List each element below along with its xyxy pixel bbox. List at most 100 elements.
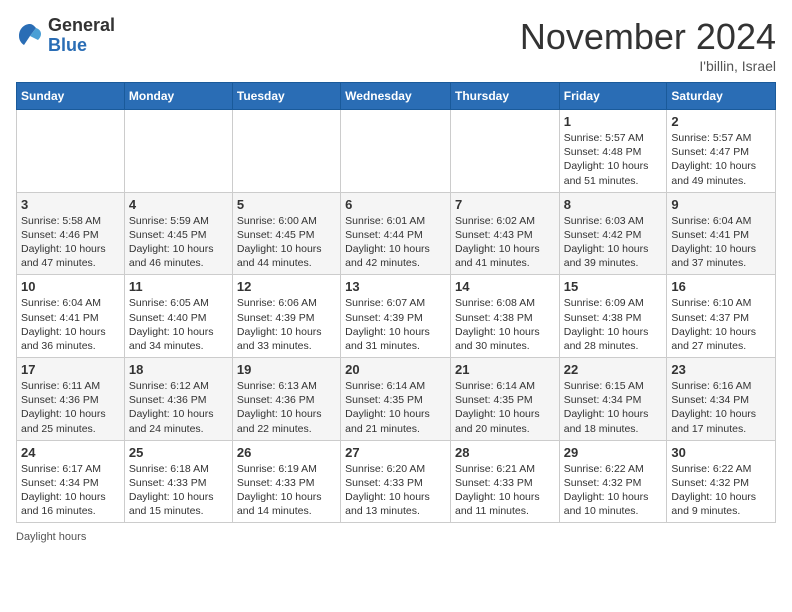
day-info: Sunrise: 6:16 AM Sunset: 4:34 PM Dayligh… (671, 379, 771, 436)
calendar-cell: 19 Sunrise: 6:13 AM Sunset: 4:36 PM Dayli… (232, 358, 340, 441)
title-section: November 2024 I'billin, Israel (520, 16, 776, 74)
day-info: Sunrise: 6:05 AM Sunset: 4:40 PM Dayligh… (129, 296, 228, 353)
calendar-header-saturday: Saturday (667, 83, 776, 110)
day-number: 10 (21, 279, 120, 294)
day-number: 3 (21, 197, 120, 212)
day-number: 17 (21, 362, 120, 377)
day-number: 21 (455, 362, 555, 377)
day-number: 27 (345, 445, 446, 460)
calendar-week-2: 3 Sunrise: 5:58 AM Sunset: 4:46 PM Daylig… (17, 192, 776, 275)
day-info: Sunrise: 6:06 AM Sunset: 4:39 PM Dayligh… (237, 296, 336, 353)
day-info: Sunrise: 6:00 AM Sunset: 4:45 PM Dayligh… (237, 214, 336, 271)
day-number: 1 (564, 114, 663, 129)
calendar-cell: 2 Sunrise: 5:57 AM Sunset: 4:47 PM Daylig… (667, 110, 776, 193)
day-info: Sunrise: 6:04 AM Sunset: 4:41 PM Dayligh… (671, 214, 771, 271)
day-number: 16 (671, 279, 771, 294)
day-number: 5 (237, 197, 336, 212)
calendar-cell: 18 Sunrise: 6:12 AM Sunset: 4:36 PM Dayli… (124, 358, 232, 441)
day-number: 18 (129, 362, 228, 377)
day-info: Sunrise: 6:18 AM Sunset: 4:33 PM Dayligh… (129, 462, 228, 519)
day-number: 29 (564, 445, 663, 460)
day-info: Sunrise: 6:21 AM Sunset: 4:33 PM Dayligh… (455, 462, 555, 519)
day-info: Sunrise: 6:15 AM Sunset: 4:34 PM Dayligh… (564, 379, 663, 436)
calendar-header-tuesday: Tuesday (232, 83, 340, 110)
day-info: Sunrise: 5:57 AM Sunset: 4:47 PM Dayligh… (671, 131, 771, 188)
day-number: 23 (671, 362, 771, 377)
calendar-cell: 1Sunrise: 5:57 AM Sunset: 4:48 PM Daylig… (559, 110, 667, 193)
day-number: 7 (455, 197, 555, 212)
calendar-cell: 12 Sunrise: 6:06 AM Sunset: 4:39 PM Dayli… (232, 275, 340, 358)
calendar-cell (232, 110, 340, 193)
calendar-cell: 15Sunrise: 6:09 AM Sunset: 4:38 PM Dayli… (559, 275, 667, 358)
day-number: 15 (564, 279, 663, 294)
day-number: 30 (671, 445, 771, 460)
calendar-week-3: 10Sunrise: 6:04 AM Sunset: 4:41 PM Dayli… (17, 275, 776, 358)
day-info: Sunrise: 6:02 AM Sunset: 4:43 PM Dayligh… (455, 214, 555, 271)
logo-icon (16, 22, 44, 50)
calendar: SundayMondayTuesdayWednesdayThursdayFrid… (16, 82, 776, 523)
day-number: 6 (345, 197, 446, 212)
calendar-cell: 20 Sunrise: 6:14 AM Sunset: 4:35 PM Dayli… (341, 358, 451, 441)
calendar-cell: 29 Sunrise: 6:22 AM Sunset: 4:32 PM Dayli… (559, 440, 667, 523)
calendar-header-row: SundayMondayTuesdayWednesdayThursdayFrid… (17, 83, 776, 110)
calendar-cell (341, 110, 451, 193)
day-info: Sunrise: 6:22 AM Sunset: 4:32 PM Dayligh… (671, 462, 771, 519)
calendar-cell: 25 Sunrise: 6:18 AM Sunset: 4:33 PM Dayli… (124, 440, 232, 523)
logo-general: General (48, 16, 115, 36)
footer-text: Daylight hours (16, 531, 86, 543)
day-number: 14 (455, 279, 555, 294)
calendar-cell: 5 Sunrise: 6:00 AM Sunset: 4:45 PM Daylig… (232, 192, 340, 275)
day-info: Sunrise: 6:22 AM Sunset: 4:32 PM Dayligh… (564, 462, 663, 519)
day-info: Sunrise: 5:59 AM Sunset: 4:45 PM Dayligh… (129, 214, 228, 271)
day-info: Sunrise: 6:11 AM Sunset: 4:36 PM Dayligh… (21, 379, 120, 436)
calendar-cell: 6Sunrise: 6:01 AM Sunset: 4:44 PM Daylig… (341, 192, 451, 275)
calendar-cell: 22 Sunrise: 6:15 AM Sunset: 4:34 PM Dayli… (559, 358, 667, 441)
day-number: 8 (564, 197, 663, 212)
day-number: 26 (237, 445, 336, 460)
day-number: 19 (237, 362, 336, 377)
calendar-cell (450, 110, 559, 193)
logo: General Blue (16, 16, 115, 56)
calendar-cell: 3 Sunrise: 5:58 AM Sunset: 4:46 PM Daylig… (17, 192, 125, 275)
day-info: Sunrise: 6:17 AM Sunset: 4:34 PM Dayligh… (21, 462, 120, 519)
calendar-cell: 23 Sunrise: 6:16 AM Sunset: 4:34 PM Dayli… (667, 358, 776, 441)
day-info: Sunrise: 6:19 AM Sunset: 4:33 PM Dayligh… (237, 462, 336, 519)
calendar-cell (17, 110, 125, 193)
day-number: 2 (671, 114, 771, 129)
day-number: 13 (345, 279, 446, 294)
logo-blue: Blue (48, 36, 115, 56)
location: I'billin, Israel (520, 58, 776, 74)
day-info: Sunrise: 6:13 AM Sunset: 4:36 PM Dayligh… (237, 379, 336, 436)
day-number: 20 (345, 362, 446, 377)
calendar-cell: 26 Sunrise: 6:19 AM Sunset: 4:33 PM Dayli… (232, 440, 340, 523)
calendar-header-thursday: Thursday (450, 83, 559, 110)
calendar-cell: 9Sunrise: 6:04 AM Sunset: 4:41 PM Daylig… (667, 192, 776, 275)
calendar-header-friday: Friday (559, 83, 667, 110)
calendar-cell: 24Sunrise: 6:17 AM Sunset: 4:34 PM Dayli… (17, 440, 125, 523)
calendar-header-wednesday: Wednesday (341, 83, 451, 110)
calendar-cell: 14 Sunrise: 6:08 AM Sunset: 4:38 PM Dayli… (450, 275, 559, 358)
calendar-week-5: 24Sunrise: 6:17 AM Sunset: 4:34 PM Dayli… (17, 440, 776, 523)
footer: Daylight hours (16, 531, 776, 543)
day-number: 12 (237, 279, 336, 294)
calendar-cell: 13Sunrise: 6:07 AM Sunset: 4:39 PM Dayli… (341, 275, 451, 358)
day-number: 25 (129, 445, 228, 460)
day-number: 22 (564, 362, 663, 377)
calendar-cell: 27 Sunrise: 6:20 AM Sunset: 4:33 PM Dayli… (341, 440, 451, 523)
day-info: Sunrise: 6:14 AM Sunset: 4:35 PM Dayligh… (345, 379, 446, 436)
calendar-week-1: 1Sunrise: 5:57 AM Sunset: 4:48 PM Daylig… (17, 110, 776, 193)
day-info: Sunrise: 6:08 AM Sunset: 4:38 PM Dayligh… (455, 296, 555, 353)
calendar-cell: 21Sunrise: 6:14 AM Sunset: 4:35 PM Dayli… (450, 358, 559, 441)
calendar-cell: 10Sunrise: 6:04 AM Sunset: 4:41 PM Dayli… (17, 275, 125, 358)
calendar-cell: 28Sunrise: 6:21 AM Sunset: 4:33 PM Dayli… (450, 440, 559, 523)
calendar-cell: 8Sunrise: 6:03 AM Sunset: 4:42 PM Daylig… (559, 192, 667, 275)
calendar-cell: 16Sunrise: 6:10 AM Sunset: 4:37 PM Dayli… (667, 275, 776, 358)
calendar-cell (124, 110, 232, 193)
day-info: Sunrise: 6:12 AM Sunset: 4:36 PM Dayligh… (129, 379, 228, 436)
day-number: 4 (129, 197, 228, 212)
day-info: Sunrise: 6:20 AM Sunset: 4:33 PM Dayligh… (345, 462, 446, 519)
logo-text: General Blue (48, 16, 115, 56)
day-info: Sunrise: 5:58 AM Sunset: 4:46 PM Dayligh… (21, 214, 120, 271)
calendar-cell: 30 Sunrise: 6:22 AM Sunset: 4:32 PM Dayli… (667, 440, 776, 523)
day-number: 11 (129, 279, 228, 294)
